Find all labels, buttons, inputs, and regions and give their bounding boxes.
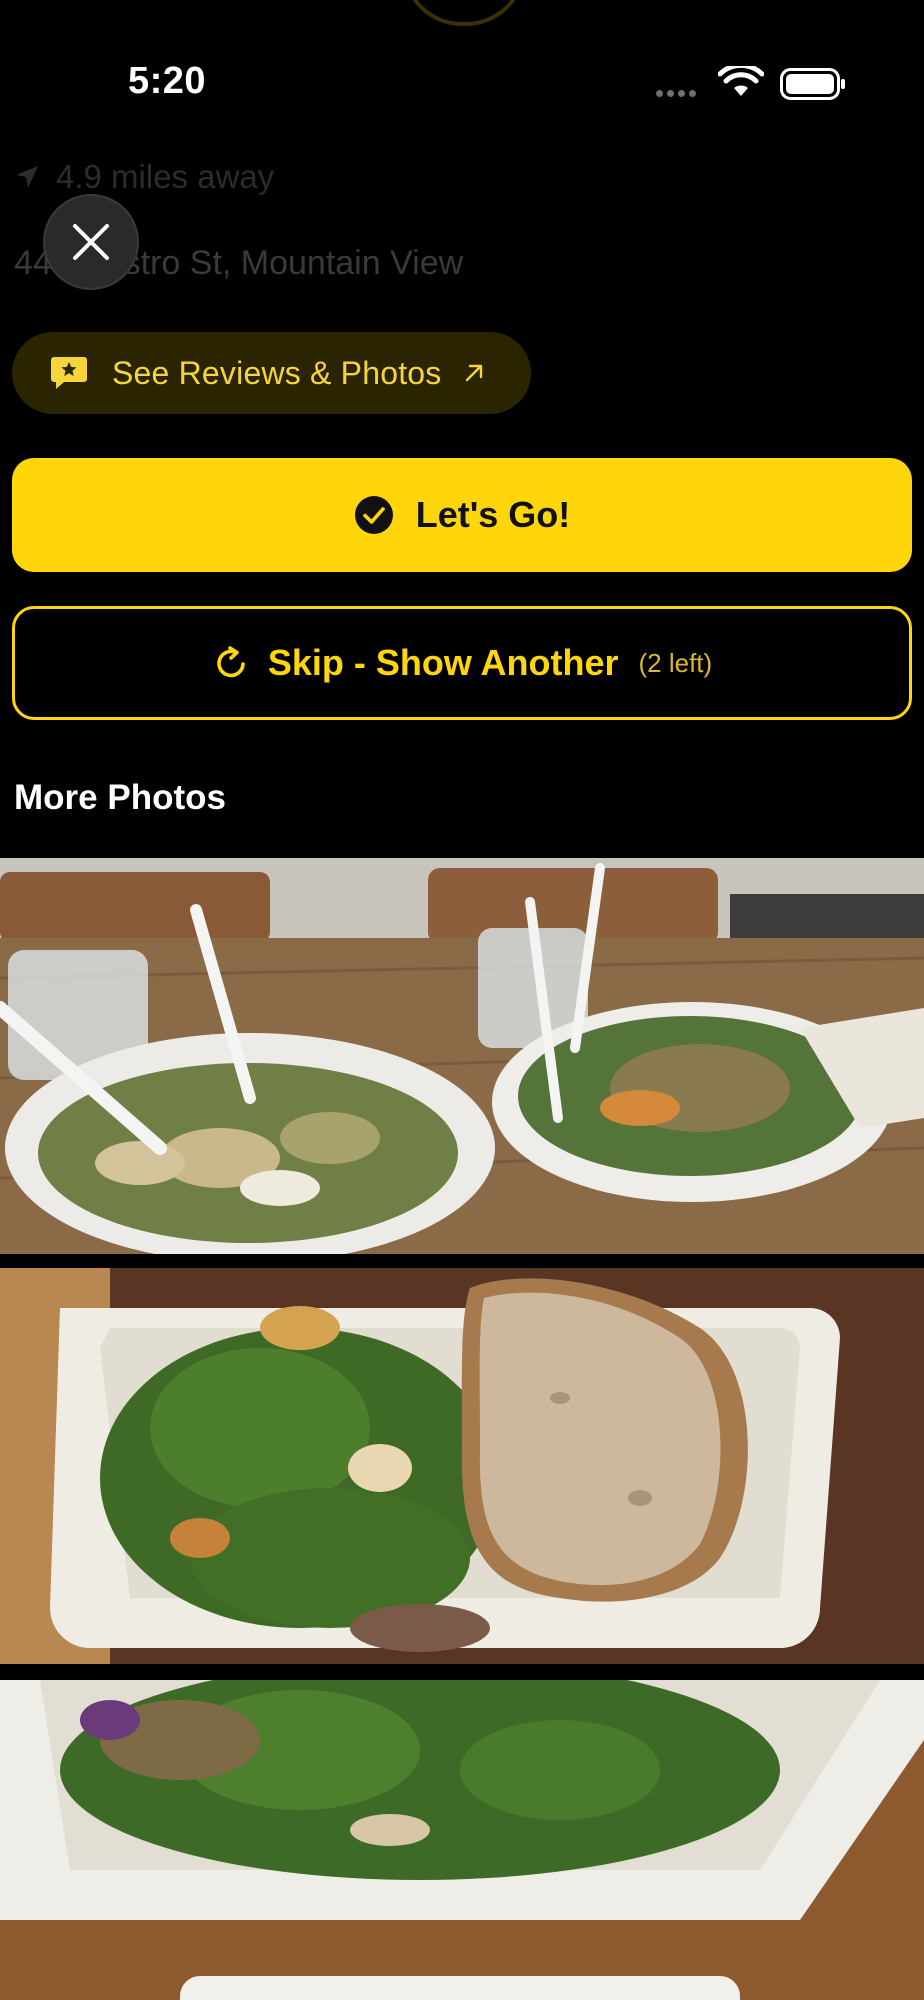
battery-icon: [780, 68, 845, 100]
cellular-signal-icon: [656, 90, 696, 97]
close-button[interactable]: [43, 194, 139, 290]
photo-salad-bread-image: [0, 1268, 924, 1664]
venue-photo[interactable]: [0, 1268, 924, 1664]
venue-photo[interactable]: [0, 1680, 924, 2000]
skip-label: Skip - Show Another: [267, 642, 619, 683]
status-time: 5:20: [128, 60, 207, 102]
wifi-icon: [718, 66, 764, 96]
external-arrow-icon: [465, 364, 482, 382]
distance-text: 4.9 miles away: [56, 158, 275, 195]
see-reviews-label: See Reviews & Photos: [112, 354, 442, 391]
status-bar: 5:20: [0, 0, 924, 150]
refresh-icon: [217, 646, 245, 678]
see-reviews-button[interactable]: See Reviews & Photos: [12, 332, 531, 414]
close-icon: [73, 224, 109, 260]
photo-salad-bowls-image: [0, 858, 924, 1254]
skip-remaining-count: (2 left): [638, 647, 713, 678]
chat-star-icon: [51, 357, 87, 389]
location-arrow-icon: [16, 166, 38, 188]
more-photos-title: More Photos: [14, 778, 226, 817]
venue-photo[interactable]: [0, 858, 924, 1254]
check-circle-icon: [354, 496, 393, 534]
skip-show-another-button[interactable]: Skip - Show Another (2 left): [12, 606, 912, 720]
lets-go-label: Let's Go!: [415, 494, 571, 535]
distance-row: 4.9 miles away: [14, 158, 274, 196]
lets-go-button[interactable]: Let's Go!: [12, 458, 912, 572]
photo-kale-salad-image: [0, 1680, 924, 2000]
